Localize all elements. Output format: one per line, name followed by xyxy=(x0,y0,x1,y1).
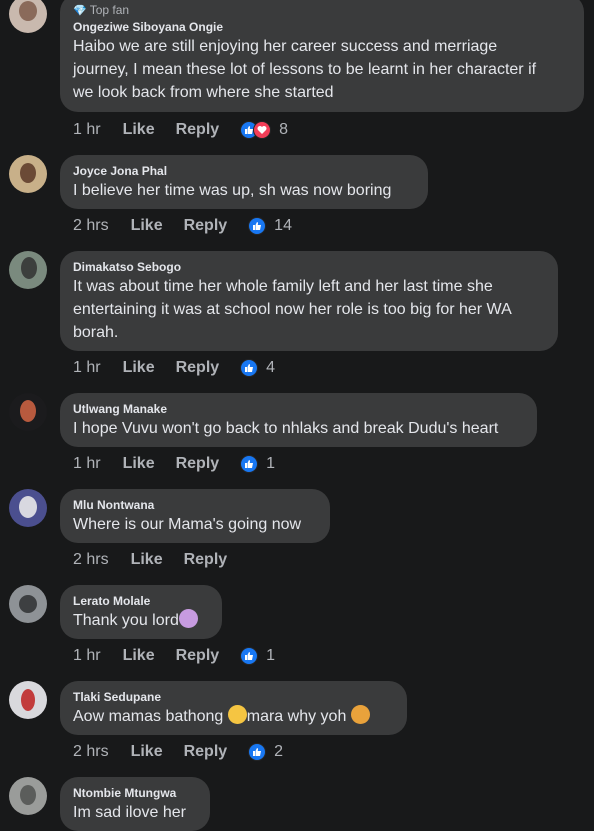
reaction-summary[interactable]: 1 xyxy=(240,647,275,665)
comment-text-line: we look back from where she started xyxy=(73,84,334,101)
comment-text: Thank you lord xyxy=(73,609,209,632)
comment-text-line: Haibo we are still enjoying her career s… xyxy=(73,38,498,55)
reaction-summary[interactable]: 1 xyxy=(240,455,275,473)
like-button[interactable]: Like xyxy=(131,743,163,761)
comment-author[interactable]: Ntombie Mtungwa xyxy=(73,785,197,801)
reaction-count: 14 xyxy=(274,217,292,234)
comment-text-line: Im sad ilove her xyxy=(73,804,186,821)
comment-text: Aow mamas bathong mara why yoh xyxy=(73,705,394,728)
like-button[interactable]: Like xyxy=(123,121,155,139)
reaction-summary[interactable]: 2 xyxy=(248,743,283,761)
like-reaction-icon xyxy=(240,359,259,377)
woman-praying-emoji xyxy=(178,609,198,628)
comment-time[interactable]: 2 hrs xyxy=(73,551,109,569)
comment-actions: 2 hrs Like Reply 2 xyxy=(73,741,283,763)
comment-author[interactable]: Lerato Molale xyxy=(73,593,209,609)
comment-author[interactable]: Ongeziwe Siboyana Ongie xyxy=(73,19,571,35)
comment-actions: 1 hr Like Reply 1 xyxy=(73,645,275,667)
comment-bubble: Dimakatso Sebogo It was about time her w… xyxy=(60,251,558,351)
comment-text-line: borah. xyxy=(73,324,119,341)
comment-actions: 2 hrs Like Reply 14 xyxy=(73,215,292,237)
reply-button[interactable]: Reply xyxy=(176,359,220,377)
avatar[interactable] xyxy=(9,777,47,815)
comment-actions: 2 hrs Like Reply xyxy=(73,549,248,571)
reply-button[interactable]: Reply xyxy=(184,743,228,761)
comment-bubble: Utlwang Manake I hope Vuvu won't go back… xyxy=(60,393,537,447)
comment-bubble: Lerato Molale Thank you lord xyxy=(60,585,222,639)
comment-actions: 1 hr Like Reply 4 xyxy=(73,357,275,379)
like-reaction-icon xyxy=(240,455,259,473)
like-reaction-icon xyxy=(248,743,267,761)
comment-text-line: entertaining it was at school now her ro… xyxy=(73,301,512,318)
comment-text-line: It was about time her whole family left … xyxy=(73,278,493,295)
comment-time[interactable]: 2 hrs xyxy=(73,743,109,761)
avatar[interactable] xyxy=(9,0,47,33)
comment-bubble: Tlaki Sedupane Aow mamas bathong mara wh… xyxy=(60,681,407,735)
avatar[interactable] xyxy=(9,393,47,431)
reaction-summary[interactable]: 8 xyxy=(240,121,288,139)
comment-text-line: Where is our Mama's going now xyxy=(73,516,302,533)
comment-time[interactable]: 1 hr xyxy=(73,647,101,665)
like-button[interactable]: Like xyxy=(123,359,155,377)
comment-actions: 1 hr Like Reply 8 xyxy=(73,119,288,141)
like-button[interactable]: Like xyxy=(131,551,163,569)
comment-time[interactable]: 2 hrs xyxy=(73,217,109,235)
reaction-summary[interactable]: 4 xyxy=(240,359,275,377)
comment-author[interactable]: Utlwang Manake xyxy=(73,401,524,417)
top-fan-badge: 💎 Top fan xyxy=(73,3,130,17)
comment-bubble: Ntombie Mtungwa Im sad ilove her xyxy=(60,777,210,831)
reply-button[interactable]: Reply xyxy=(176,647,220,665)
comment-time[interactable]: 1 hr xyxy=(73,455,101,473)
reply-button[interactable]: Reply xyxy=(176,455,220,473)
reaction-count: 4 xyxy=(266,359,276,376)
avatar[interactable] xyxy=(9,489,47,527)
comment-text-line: I believe her time was up, sh was now bo… xyxy=(73,182,392,199)
top-fan-gem-icon: 💎 xyxy=(73,5,87,17)
comment-author[interactable]: Tlaki Sedupane xyxy=(73,689,394,705)
comment-author[interactable]: Joyce Jona Phal xyxy=(73,163,415,179)
comment-text-line: I hope Vuvu won't go back to nhlaks and … xyxy=(73,420,499,437)
avatar[interactable] xyxy=(9,585,47,623)
avatar[interactable] xyxy=(9,155,47,193)
comment-author[interactable]: Mlu Nontwana xyxy=(73,497,317,513)
comment-text-line: journey, I mean these lot of lessons to … xyxy=(73,61,537,78)
reaction-count: 2 xyxy=(274,743,284,760)
reply-button[interactable]: Reply xyxy=(184,217,228,235)
like-button[interactable]: Like xyxy=(131,217,163,235)
comment-time[interactable]: 1 hr xyxy=(73,359,101,377)
like-reaction-icon xyxy=(240,647,259,665)
reaction-summary[interactable]: 14 xyxy=(248,217,292,235)
comment-author[interactable]: Dimakatso Sebogo xyxy=(73,259,545,275)
crying-face-emoji xyxy=(227,705,247,724)
comment-time[interactable]: 1 hr xyxy=(73,121,101,139)
like-reaction-icon xyxy=(248,217,267,235)
like-button[interactable]: Like xyxy=(123,455,155,473)
avatar[interactable] xyxy=(9,251,47,289)
reaction-count: 8 xyxy=(279,121,289,138)
comment-bubble: 💎 Top fan Ongeziwe Siboyana Ongie Haibo w… xyxy=(60,0,584,112)
comment-bubble: Mlu Nontwana Where is our Mama's going n… xyxy=(60,489,330,543)
avatar[interactable] xyxy=(9,681,47,719)
woman-emoji xyxy=(350,705,370,724)
love-reaction-icon xyxy=(253,121,272,139)
reaction-count: 1 xyxy=(266,647,276,664)
comment-bubble: Joyce Jona Phal I believe her time was u… xyxy=(60,155,428,209)
reply-button[interactable]: Reply xyxy=(176,121,220,139)
like-button[interactable]: Like xyxy=(123,647,155,665)
reply-button[interactable]: Reply xyxy=(184,551,228,569)
reaction-count: 1 xyxy=(266,455,276,472)
comment-actions: 1 hr Like Reply 1 xyxy=(73,453,275,475)
